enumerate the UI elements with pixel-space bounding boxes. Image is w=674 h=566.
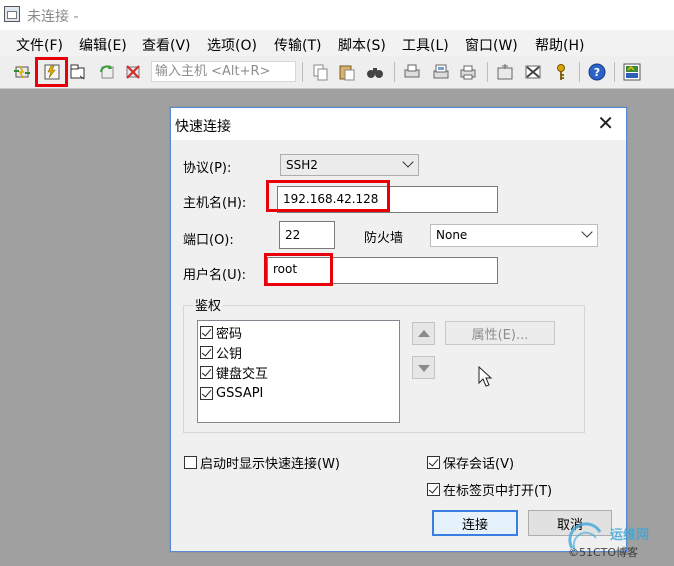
auth-method-password[interactable]: 密码 bbox=[200, 322, 242, 342]
key-icon[interactable] bbox=[552, 63, 570, 81]
toolbar: 输入主机 <Alt+R> ? bbox=[0, 56, 674, 89]
auth-method-label: 密码 bbox=[216, 326, 243, 342]
show-on-startup-label: 启动时显示快速连接(W) bbox=[200, 457, 340, 472]
host-input[interactable]: 输入主机 <Alt+R> bbox=[151, 61, 296, 82]
arrow-up-icon bbox=[418, 330, 430, 337]
protocol-label: 协议(P): bbox=[183, 161, 232, 176]
auth-label: 鉴权 bbox=[193, 295, 224, 314]
menu-bar: 文件(F) 编辑(E) 查看(V) 选项(O) 传输(T) 脚本(S) 工具(L… bbox=[0, 30, 674, 56]
menu-view[interactable]: 查看(V) bbox=[142, 35, 191, 55]
disconnect-icon[interactable] bbox=[124, 63, 142, 81]
paste-icon[interactable] bbox=[338, 63, 356, 81]
connect-icon[interactable] bbox=[13, 63, 31, 81]
menu-file[interactable]: 文件(F) bbox=[16, 35, 63, 55]
session-options-icon[interactable] bbox=[496, 63, 514, 81]
show-on-startup-option[interactable]: 启动时显示快速连接(W) bbox=[184, 453, 340, 472]
dialog-title: 快速连接 bbox=[175, 119, 231, 135]
move-up-button[interactable] bbox=[412, 322, 435, 345]
toolbar-separator bbox=[487, 62, 488, 82]
firewall-label: 防火墙 bbox=[364, 231, 404, 246]
checkbox[interactable] bbox=[200, 365, 213, 379]
menu-edit[interactable]: 编辑(E) bbox=[79, 35, 127, 55]
help-icon[interactable]: ? bbox=[588, 63, 606, 81]
auth-method-gssapi[interactable]: GSSAPI bbox=[200, 383, 263, 403]
username-label: 用户名(U): bbox=[183, 268, 247, 283]
chevron-down-icon bbox=[581, 226, 593, 238]
checkbox[interactable] bbox=[184, 456, 197, 469]
chevron-down-icon bbox=[402, 156, 414, 168]
mouse-cursor-icon bbox=[478, 366, 492, 387]
connect-in-tab-icon[interactable] bbox=[69, 63, 87, 81]
print-setup-icon[interactable] bbox=[403, 63, 421, 81]
menu-window[interactable]: 窗口(W) bbox=[465, 35, 518, 55]
menu-script[interactable]: 脚本(S) bbox=[338, 35, 386, 55]
toolbar-separator bbox=[614, 62, 615, 82]
menu-options[interactable]: 选项(O) bbox=[207, 35, 257, 55]
window-title: 未连接 - bbox=[27, 9, 79, 25]
print-icon[interactable] bbox=[459, 63, 477, 81]
print-screen-icon[interactable] bbox=[432, 63, 450, 81]
auth-method-publickey[interactable]: 公钥 bbox=[200, 342, 242, 362]
toolbar-separator bbox=[579, 62, 580, 82]
svg-text:?: ? bbox=[594, 66, 600, 79]
watermark-text-1: 运维网 bbox=[610, 528, 650, 543]
checkbox[interactable] bbox=[200, 325, 213, 339]
auth-method-list: 密码 公钥 键盘交互 GSSAPI bbox=[197, 320, 400, 423]
quick-connect-highlight bbox=[35, 57, 68, 87]
app-icon bbox=[4, 6, 20, 22]
checkbox[interactable] bbox=[427, 483, 440, 496]
menu-tools[interactable]: 工具(L) bbox=[402, 35, 449, 55]
auth-method-keyboard-interactive[interactable]: 键盘交互 bbox=[200, 362, 268, 382]
username-highlight bbox=[264, 253, 333, 286]
properties-button[interactable]: 属性(E)... bbox=[445, 321, 555, 345]
connect-button[interactable]: 连接 bbox=[432, 510, 518, 536]
arrow-down-icon bbox=[418, 365, 430, 372]
firewall-select[interactable]: None bbox=[430, 224, 598, 247]
close-icon[interactable]: ✕ bbox=[597, 113, 614, 133]
checkbox[interactable] bbox=[200, 386, 213, 400]
menu-transfer[interactable]: 传输(T) bbox=[274, 35, 321, 55]
save-session-label: 保存会话(V) bbox=[443, 457, 515, 472]
dialog-title-bar: 快速连接 ✕ bbox=[171, 108, 626, 140]
quick-connect-dialog: 快速连接 ✕ 协议(P): SSH2 主机名(H): 192.168.42.12… bbox=[170, 107, 627, 552]
watermark: 运维网 ©51CTO博客 bbox=[566, 520, 670, 562]
hostname-highlight bbox=[266, 180, 390, 212]
open-in-tab-label: 在标签页中打开(T) bbox=[443, 484, 553, 499]
protocol-select[interactable]: SSH2 bbox=[280, 154, 419, 176]
watermark-text-2: ©51CTO博客 bbox=[568, 546, 639, 559]
port-label: 端口(O): bbox=[183, 233, 234, 248]
toolbar-separator bbox=[394, 62, 395, 82]
auth-method-label: GSSAPI bbox=[216, 385, 264, 401]
protocol-value: SSH2 bbox=[286, 158, 318, 172]
port-field[interactable]: 22 bbox=[279, 221, 335, 249]
copy-icon[interactable] bbox=[311, 63, 329, 81]
app-title-bar: 未连接 - bbox=[0, 0, 674, 30]
sftp-icon[interactable] bbox=[623, 63, 641, 81]
move-down-button[interactable] bbox=[412, 356, 435, 379]
save-session-option[interactable]: 保存会话(V) bbox=[427, 453, 514, 472]
firewall-value: None bbox=[436, 228, 468, 242]
checkbox[interactable] bbox=[200, 345, 213, 359]
toolbar-separator bbox=[302, 62, 303, 82]
find-icon[interactable] bbox=[366, 63, 384, 81]
auth-method-label: 键盘交互 bbox=[216, 366, 269, 382]
menu-help[interactable]: 帮助(H) bbox=[535, 35, 584, 55]
reconnect-icon[interactable] bbox=[98, 63, 116, 81]
global-options-icon[interactable] bbox=[524, 63, 542, 81]
checkbox[interactable] bbox=[427, 456, 440, 469]
auth-method-label: 公钥 bbox=[216, 346, 243, 362]
hostname-label: 主机名(H): bbox=[183, 196, 247, 211]
open-in-tab-option[interactable]: 在标签页中打开(T) bbox=[427, 480, 552, 499]
